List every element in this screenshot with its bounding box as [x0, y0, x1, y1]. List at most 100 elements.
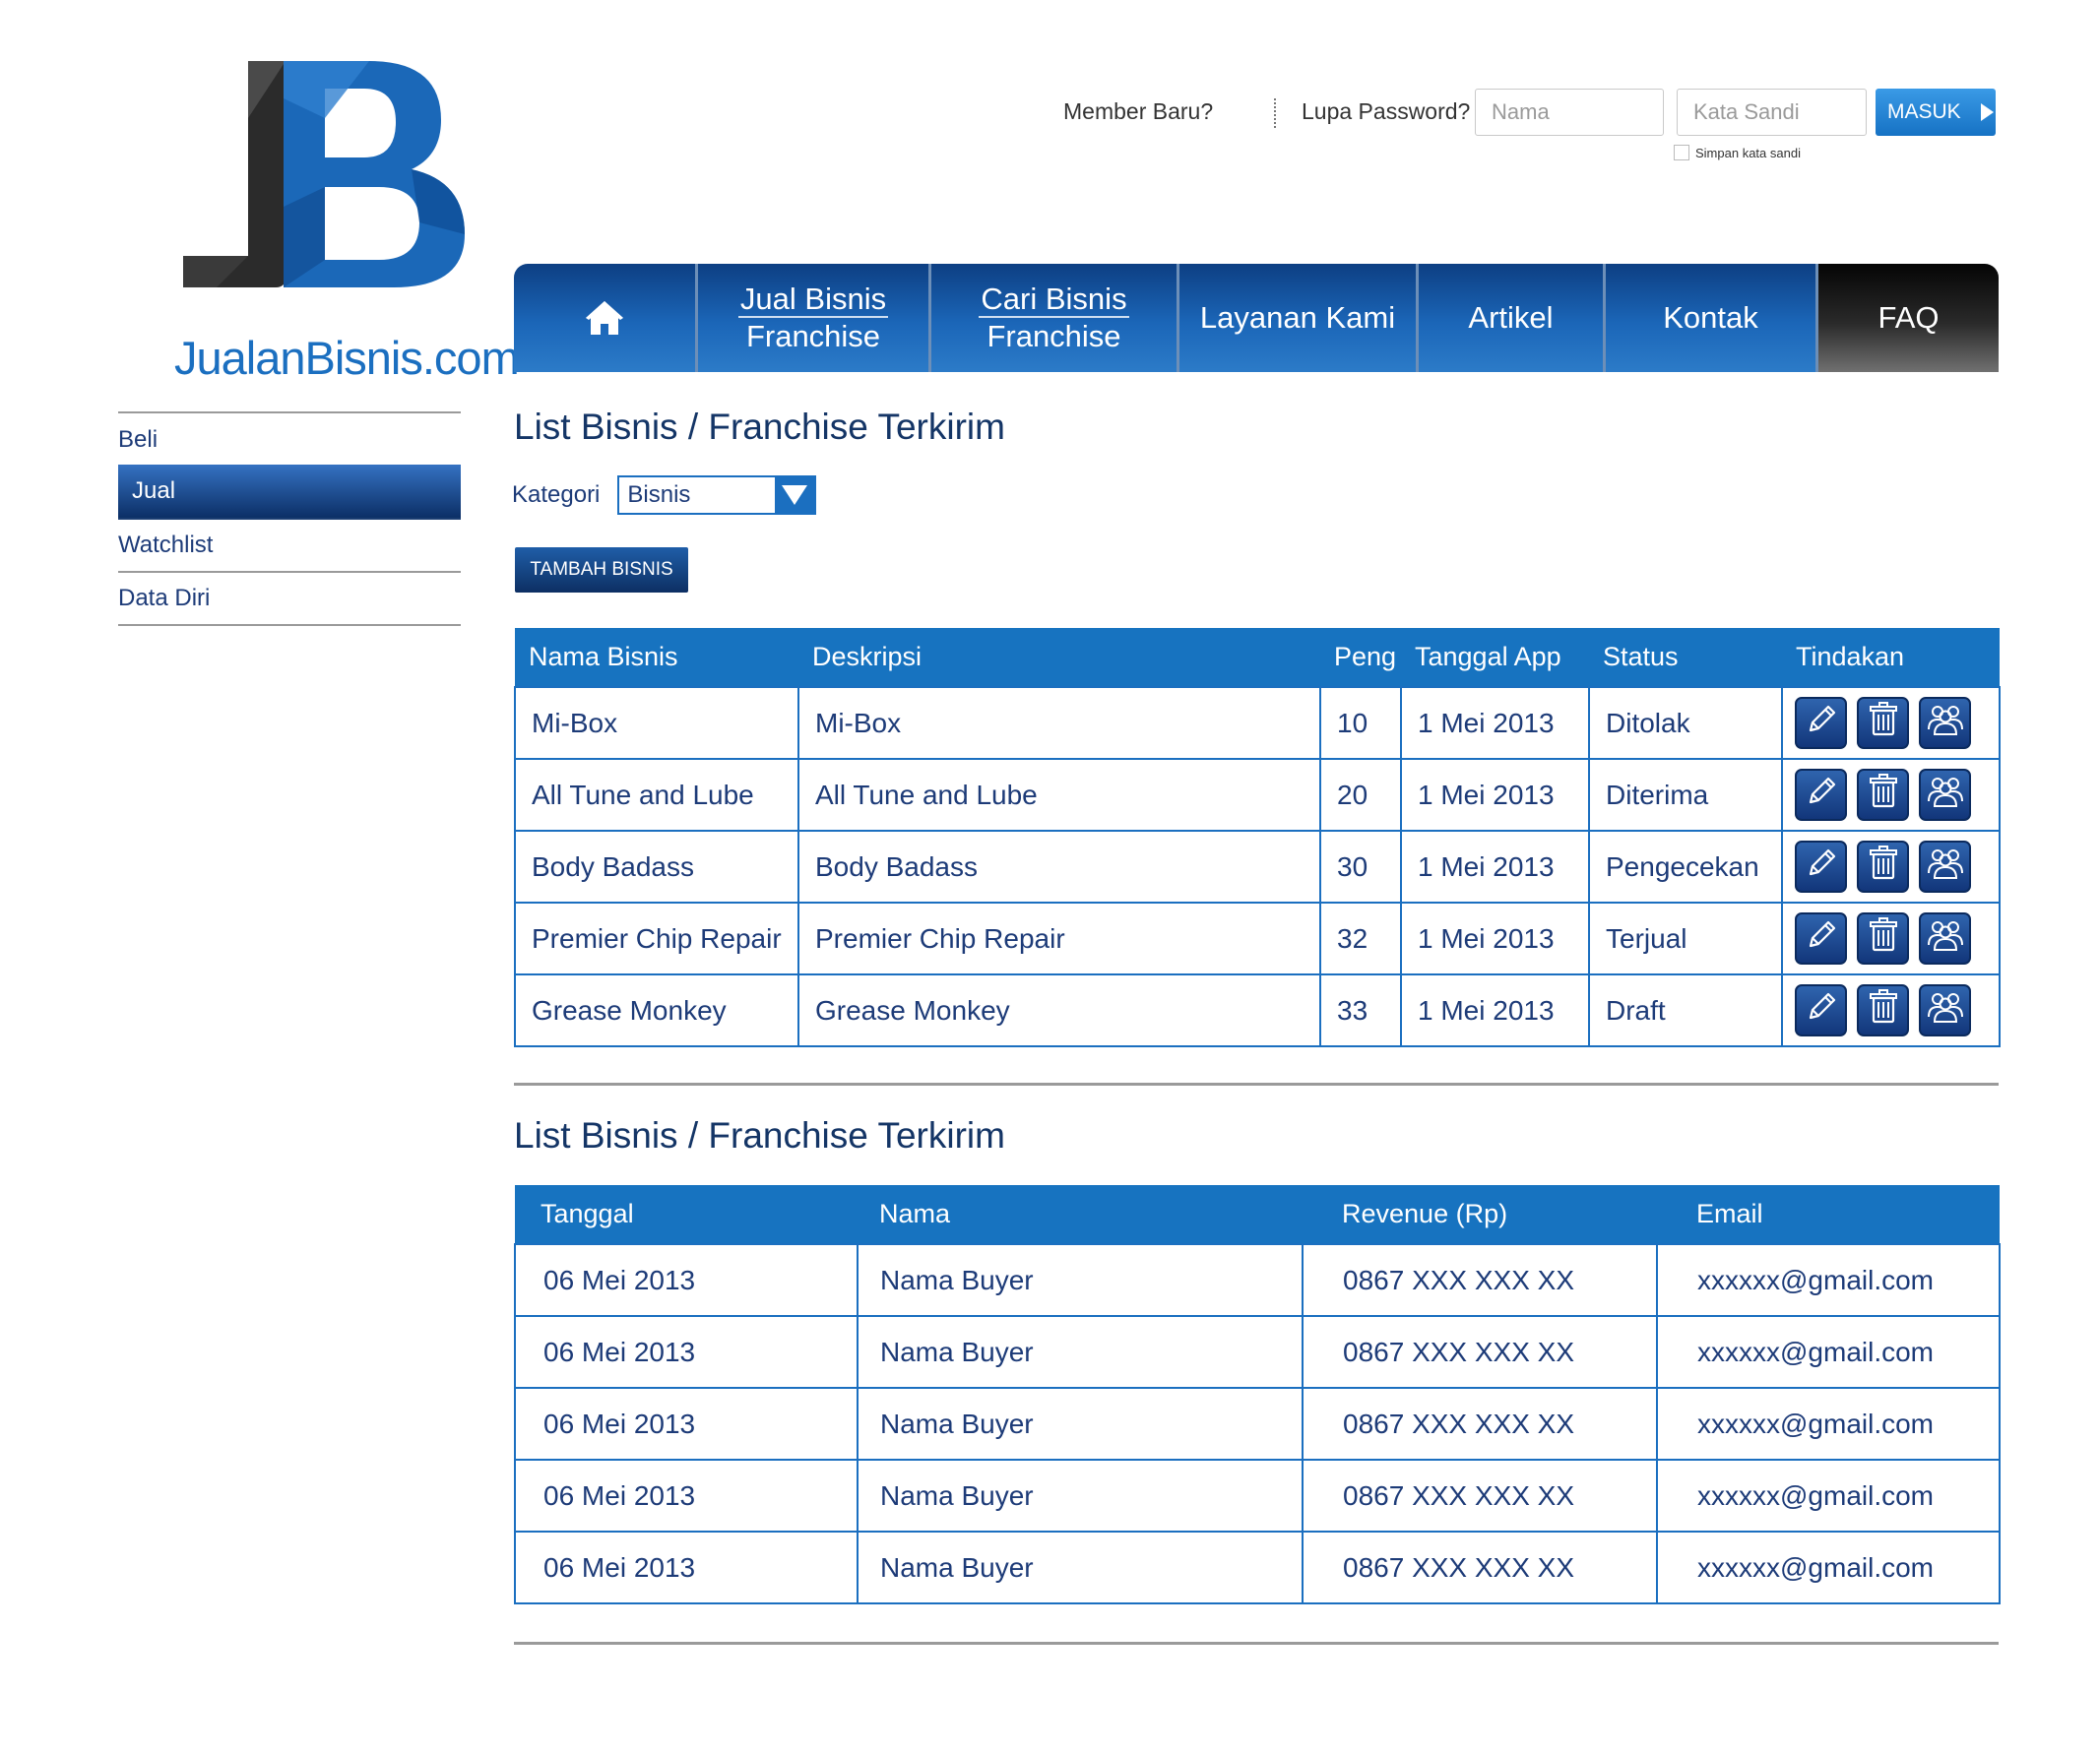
- buyer-tanggal-cell: 06 Mei 2013: [514, 1315, 859, 1389]
- nav-kontak[interactable]: Kontak: [1606, 264, 1818, 372]
- edit-button[interactable]: [1795, 912, 1847, 965]
- users-icon: [1926, 772, 1965, 818]
- login-area: Member Baru? Lupa Password? MASUK: [1063, 89, 2008, 136]
- masuk-button[interactable]: MASUK: [1876, 89, 1996, 136]
- login-separator: [1274, 98, 1276, 128]
- row-actions: [1795, 697, 1999, 749]
- delete-button[interactable]: [1857, 841, 1909, 893]
- jb-logo-mark: [183, 61, 465, 287]
- buyer-email-cell[interactable]: xxxxxx@gmail.com: [1656, 1459, 2001, 1533]
- buyer-tanggal-cell: 06 Mei 2013: [514, 1531, 859, 1604]
- col-deskripsi: Deskripsi: [798, 628, 1320, 687]
- remember-checkbox[interactable]: [1674, 145, 1689, 160]
- nav-layanan-label: Layanan Kami: [1199, 300, 1396, 335]
- nav-jual-line2: Franchise: [745, 319, 881, 353]
- buyer-tanggal-cell: 06 Mei 2013: [514, 1459, 859, 1533]
- pencil-icon: [1802, 772, 1841, 818]
- bisnis-actions-cell: [1781, 973, 2001, 1047]
- nav-cari-text: Cari Bisnis Franchise: [979, 281, 1129, 355]
- view-buyers-button[interactable]: [1919, 697, 1971, 749]
- nav-faq-label: FAQ: [1877, 300, 1940, 335]
- col-nama-bisnis: Nama Bisnis: [515, 628, 798, 687]
- delete-button[interactable]: [1857, 912, 1909, 965]
- bisnis-nama-cell: All Tune and Lube: [514, 758, 799, 832]
- buyer-tanggal-cell: 06 Mei 2013: [514, 1243, 859, 1317]
- buyer-email-cell[interactable]: xxxxxx@gmail.com: [1656, 1243, 2001, 1317]
- nav-faq[interactable]: FAQ: [1818, 264, 1999, 372]
- kategori-label: Kategori: [512, 481, 601, 508]
- bisnis-deskripsi-cell: Body Badass: [797, 830, 1321, 904]
- sidebar: Beli Jual Watchlist Data Diri: [118, 411, 461, 626]
- sidebar-item-beli[interactable]: Beli: [118, 413, 461, 467]
- trash-icon: [1864, 700, 1903, 746]
- buyer-row: 06 Mei 2013 Nama Buyer 0867 XXX XXX XX xxxx…: [514, 1459, 2001, 1533]
- sidebar-item-data-diri[interactable]: Data Diri: [118, 573, 461, 626]
- nama-input[interactable]: [1475, 89, 1664, 136]
- trash-icon: [1864, 915, 1903, 962]
- bisnis-status-cell: Diterima: [1588, 758, 1783, 832]
- buyer-email-cell[interactable]: xxxxxx@gmail.com: [1656, 1531, 2001, 1604]
- nav-artikel[interactable]: Artikel: [1419, 264, 1606, 372]
- bisnis-status-cell: Ditolak: [1588, 686, 1783, 760]
- bisnis-tanggal-cell: 1 Mei 2013: [1400, 973, 1590, 1047]
- bisnis-table: Nama Bisnis Deskripsi Peng Tanggal App S…: [514, 628, 2001, 1047]
- view-buyers-button[interactable]: [1919, 841, 1971, 893]
- nav-jual-line1: Jual Bisnis: [737, 282, 889, 318]
- nav-artikel-label: Artikel: [1468, 300, 1554, 335]
- sidebar-item-label: Data Diri: [118, 585, 211, 611]
- bisnis-row: Body Badass Body Badass 30 1 Mei 2013 Pengec…: [514, 830, 2001, 904]
- trash-icon: [1864, 772, 1903, 818]
- row-actions: [1795, 841, 1999, 893]
- buyer-revenue-cell: 0867 XXX XXX XX: [1302, 1459, 1658, 1533]
- tambah-bisnis-button[interactable]: TAMBAH BISNIS: [515, 547, 688, 593]
- buyer-row: 06 Mei 2013 Nama Buyer 0867 XXX XXX XX xxxx…: [514, 1531, 2001, 1604]
- nav-cari-bisnis[interactable]: Cari Bisnis Franchise: [931, 264, 1179, 372]
- nav-jual-bisnis[interactable]: Jual Bisnis Franchise: [698, 264, 931, 372]
- buyer-revenue-cell: 0867 XXX XXX XX: [1302, 1531, 1658, 1604]
- kategori-select[interactable]: Bisnis: [617, 475, 817, 515]
- buyer-email-cell[interactable]: xxxxxx@gmail.com: [1656, 1315, 2001, 1389]
- sidebar-item-label: Jual: [132, 477, 176, 504]
- bisnis-deskripsi-cell: Premier Chip Repair: [797, 902, 1321, 975]
- delete-button[interactable]: [1857, 984, 1909, 1036]
- bisnis-actions-cell: [1781, 830, 2001, 904]
- member-baru-link[interactable]: Member Baru?: [1063, 98, 1213, 125]
- nav-cari-line2: Franchise: [986, 319, 1121, 353]
- tambah-bisnis-label: TAMBAH BISNIS: [530, 559, 673, 580]
- sidebar-item-watchlist[interactable]: Watchlist: [118, 520, 461, 573]
- bisnis-actions-cell: [1781, 758, 2001, 832]
- nav-kontak-label: Kontak: [1663, 300, 1758, 335]
- view-buyers-button[interactable]: [1919, 912, 1971, 965]
- bisnis-nama-cell: Body Badass: [514, 830, 799, 904]
- col-tanggal: Tanggal: [515, 1185, 858, 1244]
- lupa-password-link[interactable]: Lupa Password?: [1302, 98, 1470, 125]
- site-logo[interactable]: JualanBisnis.com: [172, 57, 520, 384]
- kata-sandi-input[interactable]: [1677, 89, 1867, 136]
- view-buyers-button[interactable]: [1919, 984, 1971, 1036]
- bisnis-peng-cell: 32: [1319, 902, 1402, 975]
- edit-button[interactable]: [1795, 697, 1847, 749]
- view-buyers-button[interactable]: [1919, 769, 1971, 821]
- pencil-icon: [1802, 915, 1841, 962]
- bisnis-deskripsi-cell: Mi-Box: [797, 686, 1321, 760]
- row-actions: [1795, 912, 1999, 965]
- col-nama: Nama: [858, 1185, 1303, 1244]
- buyer-row: 06 Mei 2013 Nama Buyer 0867 XXX XXX XX xxxx…: [514, 1387, 2001, 1461]
- bisnis-peng-cell: 33: [1319, 973, 1402, 1047]
- bisnis-row: Mi-Box Mi-Box 10 1 Mei 2013 Ditolak: [514, 686, 2001, 760]
- bisnis-row: All Tune and Lube All Tune and Lube 20 1 Me…: [514, 758, 2001, 832]
- edit-button[interactable]: [1795, 841, 1847, 893]
- buyer-email-cell[interactable]: xxxxxx@gmail.com: [1656, 1387, 2001, 1461]
- sidebar-item-jual[interactable]: Jual: [118, 465, 461, 520]
- delete-button[interactable]: [1857, 697, 1909, 749]
- buyer-revenue-cell: 0867 XXX XXX XX: [1302, 1243, 1658, 1317]
- edit-button[interactable]: [1795, 769, 1847, 821]
- nav-home[interactable]: [514, 264, 698, 372]
- buyer-row: 06 Mei 2013 Nama Buyer 0867 XXX XXX XX xxxx…: [514, 1243, 2001, 1317]
- delete-button[interactable]: [1857, 769, 1909, 821]
- nav-layanan-kami[interactable]: Layanan Kami: [1179, 264, 1419, 372]
- edit-button[interactable]: [1795, 984, 1847, 1036]
- section-divider: [514, 1083, 1999, 1086]
- buyer-table: Tanggal Nama Revenue (Rp) Email 06 Mei 2…: [514, 1185, 2001, 1604]
- buyer-row: 06 Mei 2013 Nama Buyer 0867 XXX XXX XX xxxx…: [514, 1315, 2001, 1389]
